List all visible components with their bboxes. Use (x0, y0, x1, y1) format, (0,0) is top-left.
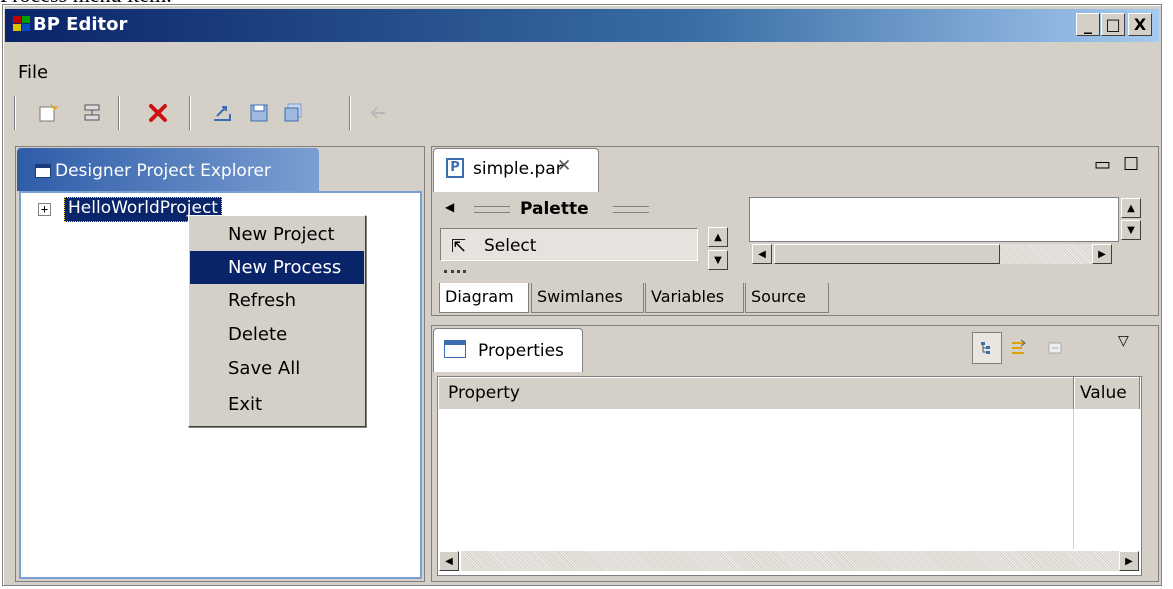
palette-select-tool[interactable] (440, 228, 698, 261)
toolbar-separator (14, 96, 16, 130)
canvas-scroll-down-button[interactable]: ▼ (1121, 220, 1141, 240)
canvas-hscroll-track[interactable] (1000, 244, 1092, 264)
canvas-scroll-left-button[interactable]: ◀ (752, 244, 772, 264)
minimize-view-icon[interactable]: ▭ (1094, 154, 1111, 175)
tab-swimlanes[interactable]: Swimlanes (531, 283, 644, 313)
close-button[interactable]: X (1128, 13, 1152, 36)
restore-default-icon[interactable] (1040, 332, 1070, 364)
export-icon[interactable] (207, 98, 237, 128)
minimize-button[interactable]: _ (1076, 13, 1100, 36)
toolbar-separator (118, 96, 120, 130)
new-project-icon[interactable] (33, 98, 63, 128)
menu-item-new-process[interactable]: New Process (190, 251, 364, 284)
menu-item-save-all[interactable]: Save All (190, 352, 364, 385)
palette-grip (613, 206, 649, 213)
tab-source[interactable]: Source (745, 283, 829, 313)
menu-item-delete[interactable]: Delete (190, 318, 364, 351)
toolbar-separator (189, 96, 191, 130)
project-explorer-tab-label: Designer Project Explorer (55, 161, 271, 181)
properties-view-icon (444, 340, 466, 358)
view-menu-icon[interactable]: ▽ (1118, 333, 1129, 349)
maximize-view-icon[interactable]: ☐ (1123, 154, 1139, 175)
arrow-cursor-icon: ⇱ (451, 236, 467, 257)
column-header-property[interactable]: Property (438, 377, 1074, 409)
menu-item-new-project[interactable]: New Project (190, 218, 364, 251)
canvas-scroll-right-button[interactable]: ▶ (1092, 244, 1112, 264)
maximize-button[interactable]: □ (1101, 13, 1125, 36)
select-tool-label: Select (484, 236, 537, 256)
toolbar-separator (349, 96, 351, 130)
save-all-icon[interactable] (278, 98, 308, 128)
palette-next-tool-icon (444, 270, 466, 280)
tree-expand-icon[interactable]: + (38, 203, 51, 216)
canvas-hscroll-thumb[interactable] (774, 244, 1000, 264)
close-tab-icon[interactable]: ✕ (557, 156, 571, 176)
tab-variables[interactable]: Variables (645, 283, 744, 313)
title-bar[interactable]: BP Editor _ □ X (5, 9, 1159, 42)
palette-scroll-down-button[interactable]: ▼ (708, 250, 728, 270)
editor-tab-label: simple.par (473, 159, 563, 179)
menu-item-exit[interactable]: Exit (190, 388, 364, 421)
process-file-icon: P (446, 158, 464, 178)
props-hscroll-track[interactable] (461, 551, 1119, 571)
props-scroll-left-button[interactable]: ◀ (439, 551, 459, 571)
palette-collapse-icon[interactable]: ◀ (445, 200, 454, 214)
column-header-value[interactable]: Value (1074, 377, 1140, 409)
props-scroll-right-button[interactable]: ▶ (1119, 551, 1139, 571)
categories-toggle-icon[interactable] (972, 332, 1002, 364)
filter-advanced-icon[interactable] (1004, 332, 1034, 364)
window-title: BP Editor (33, 14, 128, 35)
app-icon (13, 16, 30, 31)
diagram-canvas[interactable] (749, 197, 1119, 242)
save-icon[interactable] (244, 98, 274, 128)
menu-file[interactable]: File (18, 62, 48, 83)
palette-grip (474, 206, 510, 213)
new-process-icon[interactable] (77, 98, 107, 128)
palette-scroll-up-button[interactable]: ▲ (708, 227, 728, 247)
palette-title: Palette (520, 199, 589, 219)
column-divider (1073, 409, 1074, 549)
tab-diagram[interactable]: Diagram (439, 283, 529, 313)
canvas-scroll-up-button[interactable]: ▲ (1121, 198, 1141, 218)
explorer-view-icon (35, 164, 51, 178)
delete-icon[interactable] (143, 98, 173, 128)
properties-tab-label: Properties (478, 341, 564, 361)
back-icon[interactable] (363, 98, 393, 128)
menu-item-refresh[interactable]: Refresh (190, 284, 364, 317)
